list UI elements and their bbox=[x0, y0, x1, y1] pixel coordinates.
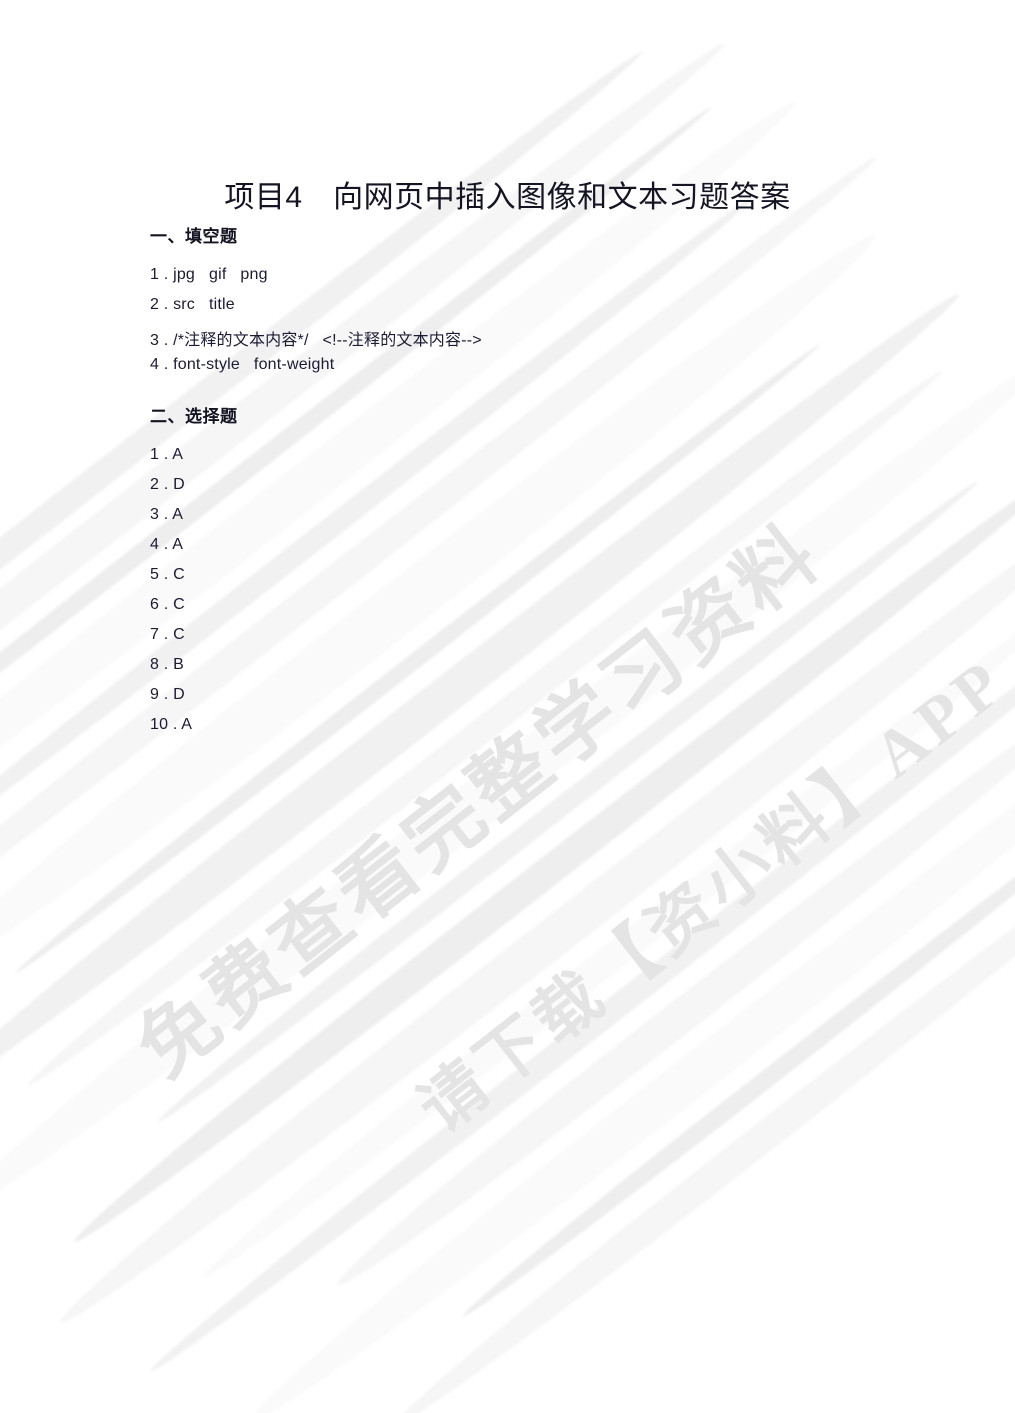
answer-separator: . bbox=[163, 686, 169, 703]
answer-text: A bbox=[172, 536, 184, 553]
answer-row-choice-10: 10 . A bbox=[150, 716, 192, 734]
section-heading-fill-in-blank: 一、填空题 bbox=[150, 227, 238, 246]
answer-separator: . bbox=[163, 596, 169, 613]
answer-row-fill-4: 4 . font-style font-weight bbox=[150, 356, 334, 374]
answer-row-fill-3: 3 . /*注释的文本内容*/ <!--注释的文本内容--> bbox=[150, 326, 482, 350]
section-heading-multiple-choice: 二、选择题 bbox=[150, 407, 238, 426]
answer-separator: . bbox=[163, 506, 169, 523]
answer-separator: . bbox=[163, 296, 169, 313]
answer-separator: . bbox=[163, 536, 169, 553]
watermark-text-line1: 免费查看完整学习资料 bbox=[121, 507, 838, 1094]
answer-separator: . bbox=[163, 446, 169, 463]
answer-number: 4 bbox=[150, 536, 160, 553]
answer-row-choice-8: 8 . B bbox=[150, 656, 184, 674]
page-title: 项目4 向网页中插入图像和文本习题答案 bbox=[224, 181, 791, 215]
answer-separator: . bbox=[163, 626, 169, 643]
answer-separator: . bbox=[163, 476, 169, 493]
answer-row-choice-9: 9 . D bbox=[150, 686, 185, 704]
answer-text: C bbox=[173, 596, 185, 613]
answer-number: 1 bbox=[150, 446, 160, 463]
answer-text: B bbox=[173, 656, 184, 673]
answer-separator: . bbox=[163, 266, 169, 283]
answer-text: /*注释的文本内容*/ <!--注释的文本内容--> bbox=[173, 332, 482, 349]
answer-number: 2 bbox=[150, 476, 160, 493]
answer-row-choice-4: 4 . A bbox=[150, 536, 183, 554]
answer-row-choice-6: 6 . C bbox=[150, 596, 185, 614]
answer-row-choice-7: 7 . C bbox=[150, 626, 185, 644]
answer-number: 3 bbox=[150, 506, 160, 523]
answer-number: 1 bbox=[150, 266, 160, 283]
answer-separator: . bbox=[163, 356, 169, 373]
answer-text: src title bbox=[173, 296, 235, 313]
answer-number: 6 bbox=[150, 596, 160, 613]
answer-number: 3 bbox=[150, 332, 160, 349]
answer-text: D bbox=[173, 476, 185, 493]
answer-text: font-style font-weight bbox=[173, 356, 335, 373]
answer-text: A bbox=[172, 446, 184, 463]
answer-row-choice-1: 1 . A bbox=[150, 446, 183, 464]
answer-row-choice-5: 5 . C bbox=[150, 566, 185, 584]
answer-row-fill-2: 2 . src title bbox=[150, 296, 235, 314]
answer-number: 10 bbox=[150, 716, 169, 733]
answer-separator: . bbox=[163, 566, 169, 583]
answer-number: 5 bbox=[150, 566, 160, 583]
answer-text: C bbox=[173, 626, 185, 643]
answer-separator: . bbox=[163, 656, 169, 673]
answer-separator: . bbox=[172, 716, 178, 733]
answer-number: 8 bbox=[150, 656, 160, 673]
answer-number: 4 bbox=[150, 356, 160, 373]
answer-separator: . bbox=[163, 332, 169, 349]
answer-number: 2 bbox=[150, 296, 160, 313]
answer-text: C bbox=[173, 566, 185, 583]
watermark-text-line2: 请下载【资小料】APP bbox=[406, 644, 1015, 1147]
answer-number: 7 bbox=[150, 626, 160, 643]
document-page: 免费查看完整学习资料 请下载【资小料】APP 项目4 向网页中插入图像和文本习题… bbox=[0, 0, 1015, 1413]
answer-row-fill-1: 1 . jpg gif png bbox=[150, 266, 268, 284]
answer-text: A bbox=[172, 506, 184, 523]
answer-row-choice-3: 3 . A bbox=[150, 506, 183, 524]
answer-text: D bbox=[173, 686, 185, 703]
answer-text: jpg gif png bbox=[173, 266, 268, 283]
answer-row-choice-2: 2 . D bbox=[150, 476, 185, 494]
answer-text: A bbox=[181, 716, 193, 733]
answer-number: 9 bbox=[150, 686, 160, 703]
